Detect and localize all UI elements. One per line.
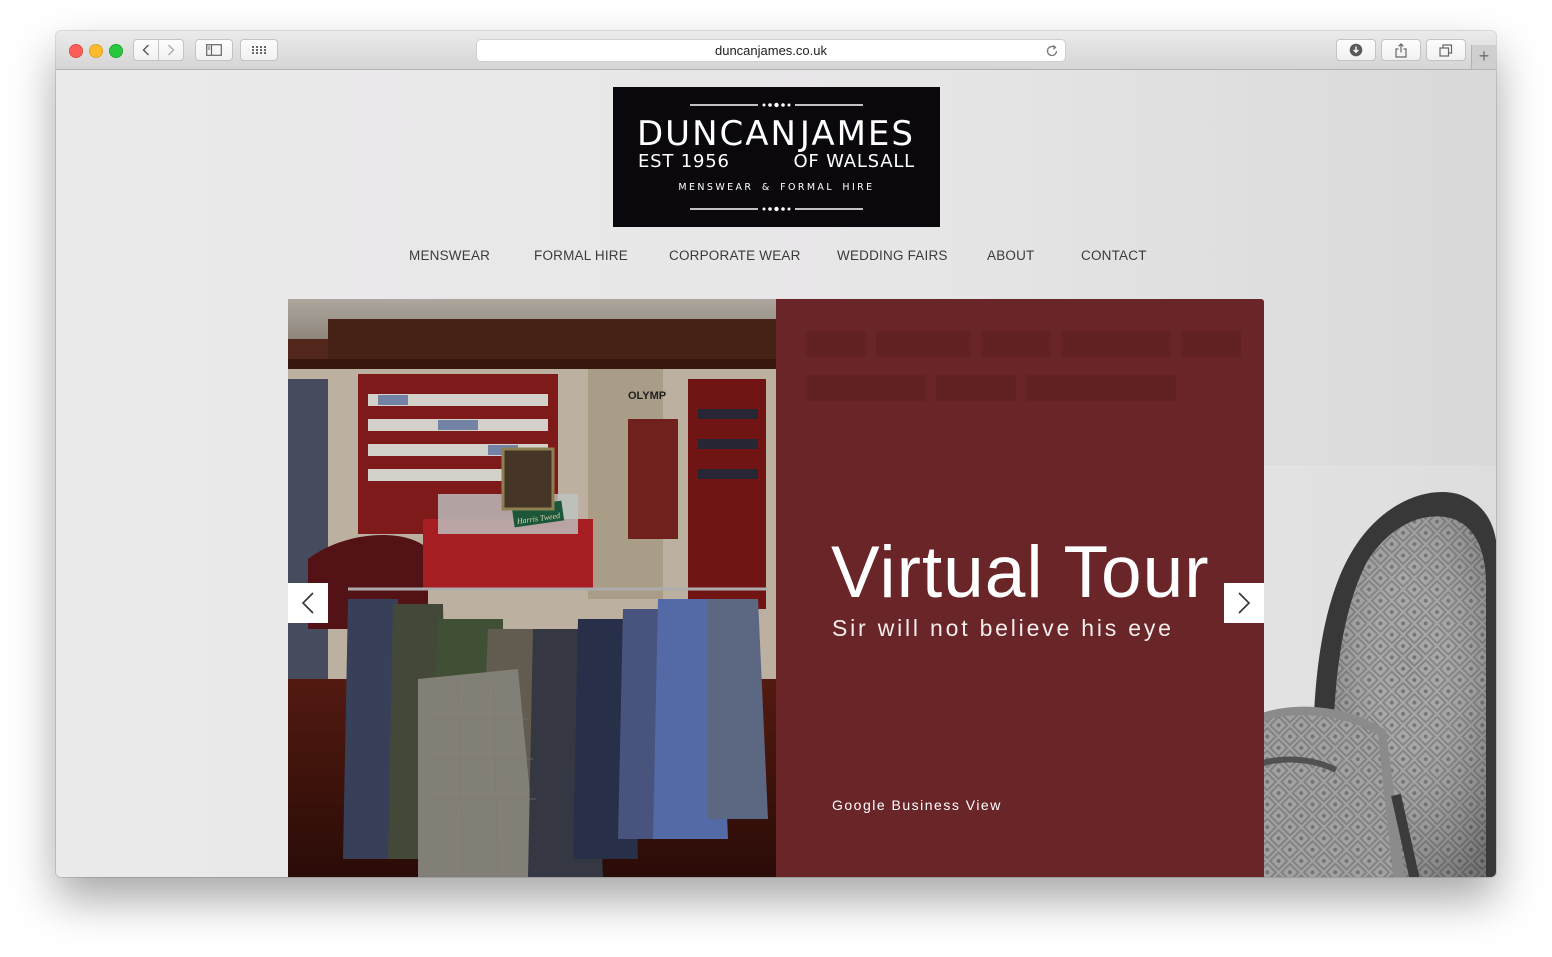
downloads-button[interactable]: [1336, 39, 1376, 61]
nav-item-contact[interactable]: CONTACT: [1081, 248, 1147, 263]
reload-icon: [1046, 45, 1058, 57]
site-logo[interactable]: DUNCAN JAMES EST 1956 OF WALSALL MENSWEA…: [613, 87, 940, 227]
nav-item-about[interactable]: ABOUT: [987, 248, 1035, 263]
nav-item-formal-hire[interactable]: FORMAL HIRE: [534, 248, 628, 263]
shop-interior-photo: OLYMP Harris Tweed: [288, 299, 776, 877]
close-window-button[interactable]: [69, 44, 83, 58]
back-button[interactable]: [133, 39, 159, 61]
sidebar-icon: [206, 44, 222, 56]
chevron-right-icon: [1238, 592, 1251, 614]
logo-name-left: DUNCAN: [637, 114, 798, 154]
chair-image: [1256, 465, 1496, 877]
show-tabs-button[interactable]: [1426, 39, 1466, 61]
nav-item-wedding-fairs[interactable]: WEDDING FAIRS: [837, 248, 948, 263]
logo-established: EST 1956: [638, 151, 730, 172]
tabs-icon: [1439, 43, 1453, 57]
slider-next-button[interactable]: [1224, 583, 1264, 623]
chevron-right-icon: [168, 44, 175, 56]
logo-ornament-top: [690, 102, 863, 108]
chevron-left-icon: [301, 592, 314, 614]
logo-ornament-bottom: [690, 206, 863, 212]
google-business-view-link[interactable]: Google Business View: [832, 797, 1002, 813]
new-tab-button[interactable]: +: [1471, 45, 1496, 69]
slider-prev-button[interactable]: [288, 583, 328, 623]
minimize-window-button[interactable]: [89, 44, 103, 58]
web-page: DUNCAN JAMES EST 1956 OF WALSALL MENSWEA…: [56, 70, 1496, 877]
browser-window: duncanjames.co.uk + DUNCAN JAMES EST 195…: [56, 31, 1496, 877]
top-sites-button[interactable]: [240, 39, 278, 61]
logo-tagline: MENSWEAR & FORMAL HIRE: [678, 182, 875, 193]
nav-item-menswear[interactable]: MENSWEAR: [409, 248, 490, 263]
grid-icon: [252, 46, 266, 54]
forward-button[interactable]: [158, 39, 184, 61]
download-icon: [1349, 43, 1363, 57]
reload-button[interactable]: [1045, 43, 1059, 64]
sidebar-button[interactable]: [195, 39, 233, 61]
address-url: duncanjames.co.uk: [714, 43, 827, 58]
hero-slider: OLYMP Harris Tweed Virtual Tour Sir will…: [288, 299, 1264, 877]
share-icon: [1395, 42, 1407, 58]
ghost-text-texture: [806, 331, 1241, 401]
slide-headline: Virtual Tour: [831, 532, 1210, 613]
browser-toolbar: duncanjames.co.uk +: [56, 31, 1496, 70]
maximize-window-button[interactable]: [109, 44, 123, 58]
slide-subline: Sir will not believe his eye: [832, 615, 1174, 641]
chevron-left-icon: [142, 44, 149, 56]
nav-item-corporate-wear[interactable]: CORPORATE WEAR: [669, 248, 801, 263]
logo-location: OF WALSALL: [793, 151, 915, 172]
address-bar[interactable]: duncanjames.co.uk: [476, 39, 1066, 62]
logo-name-right: JAMES: [799, 114, 915, 154]
slide-panel: Virtual Tour Sir will not believe his ey…: [776, 299, 1264, 877]
main-nav: MENSWEAR FORMAL HIRE CORPORATE WEAR WEDD…: [56, 248, 1496, 270]
share-button[interactable]: [1381, 39, 1421, 61]
